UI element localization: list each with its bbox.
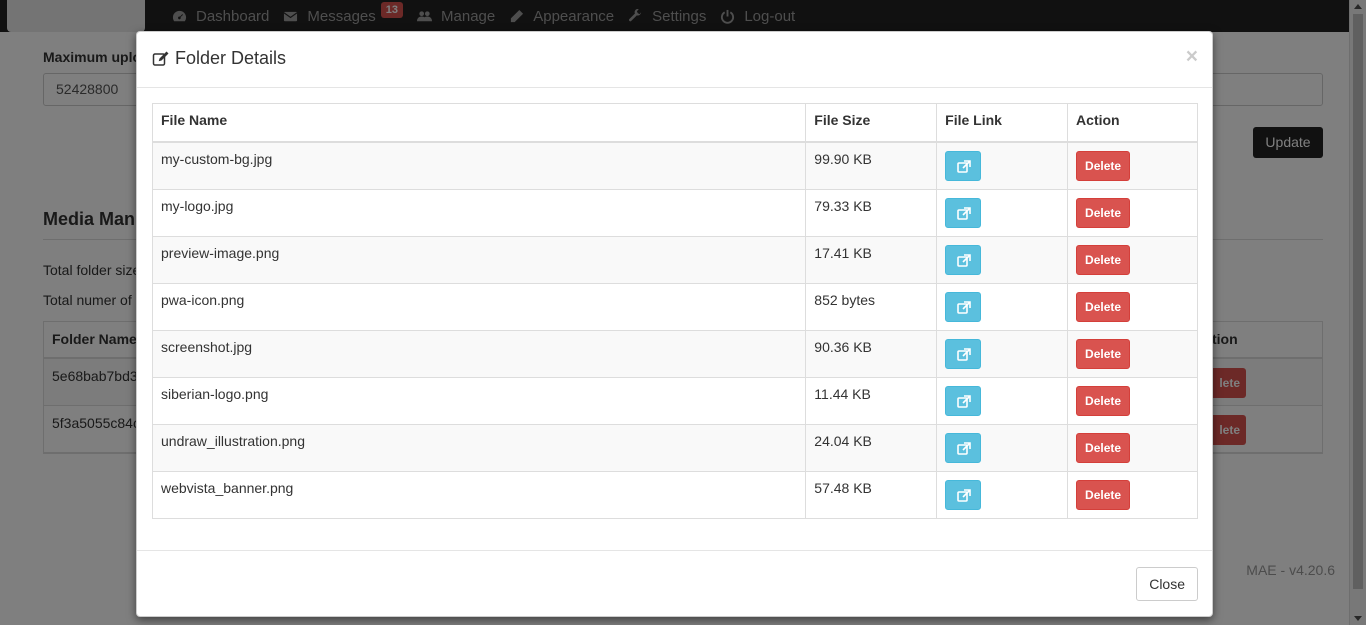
delete-file-button[interactable]: Delete [1076, 479, 1131, 510]
file-link-cell [936, 188, 1069, 237]
file-size: 99.90 KB [805, 141, 938, 190]
open-file-link-button[interactable] [945, 197, 982, 228]
file-size: 17.41 KB [805, 235, 938, 284]
close-icon[interactable]: × [1186, 46, 1198, 67]
external-link-icon [957, 159, 971, 173]
table-row: my-logo.jpg 79.33 KB Delete [151, 188, 1198, 237]
file-name-header: File Name [151, 103, 807, 143]
open-file-link-button[interactable] [945, 244, 982, 275]
close-button[interactable]: Close [1136, 567, 1198, 601]
file-size-header: File Size [805, 103, 938, 143]
file-link-cell [936, 141, 1069, 190]
file-size: 79.33 KB [805, 188, 938, 237]
file-size: 90.36 KB [805, 329, 938, 378]
open-file-link-button[interactable] [945, 385, 982, 416]
action-cell: Delete [1067, 188, 1198, 237]
file-name: undraw_illustration.png [151, 423, 807, 472]
external-link-icon [957, 206, 971, 220]
edit-icon [152, 51, 169, 66]
file-name: my-logo.jpg [151, 188, 807, 237]
action-cell: Delete [1067, 423, 1198, 472]
delete-file-button[interactable]: Delete [1076, 197, 1131, 228]
file-link-cell [936, 376, 1069, 425]
external-link-icon [957, 347, 971, 361]
file-name: pwa-icon.png [151, 282, 807, 331]
action-header: Action [1067, 103, 1198, 143]
table-row: siberian-logo.png 11.44 KB Delete [151, 376, 1198, 425]
delete-file-button[interactable]: Delete [1076, 150, 1131, 181]
action-cell: Delete [1067, 470, 1198, 519]
file-name: screenshot.jpg [151, 329, 807, 378]
open-file-link-button[interactable] [945, 150, 982, 181]
table-header-row: File Name File Size File Link Action [151, 103, 1198, 143]
delete-file-button[interactable]: Delete [1076, 291, 1131, 322]
action-cell: Delete [1067, 141, 1198, 190]
open-file-link-button[interactable] [945, 432, 982, 463]
file-link-cell [936, 329, 1069, 378]
external-link-icon [957, 488, 971, 502]
file-name: preview-image.png [151, 235, 807, 284]
file-size: 24.04 KB [805, 423, 938, 472]
file-link-cell [936, 423, 1069, 472]
table-row: screenshot.jpg 90.36 KB Delete [151, 329, 1198, 378]
external-link-icon [957, 253, 971, 267]
file-name: my-custom-bg.jpg [151, 141, 807, 190]
table-row: preview-image.png 17.41 KB Delete [151, 235, 1198, 284]
delete-file-button[interactable]: Delete [1076, 244, 1131, 275]
table-row: webvista_banner.png 57.48 KB Delete [151, 470, 1198, 519]
external-link-icon [957, 300, 971, 314]
folder-details-modal: Folder Details × File Name File Size Fil… [136, 31, 1213, 617]
file-link-cell [936, 235, 1069, 284]
open-file-link-button[interactable] [945, 291, 982, 322]
modal-title-text: Folder Details [175, 48, 287, 68]
file-name: siberian-logo.png [151, 376, 807, 425]
modal-title: Folder Details [152, 48, 286, 69]
delete-file-button[interactable]: Delete [1076, 432, 1131, 463]
modal-footer: Close [137, 550, 1212, 616]
open-file-link-button[interactable] [945, 479, 982, 510]
action-cell: Delete [1067, 376, 1198, 425]
file-size: 852 bytes [805, 282, 938, 331]
delete-file-button[interactable]: Delete [1076, 385, 1131, 416]
file-size: 11.44 KB [805, 376, 938, 425]
file-link-cell [936, 282, 1069, 331]
open-file-link-button[interactable] [945, 338, 982, 369]
file-link-cell [936, 470, 1069, 519]
external-link-icon [957, 394, 971, 408]
action-cell: Delete [1067, 235, 1198, 284]
action-cell: Delete [1067, 282, 1198, 331]
delete-file-button[interactable]: Delete [1076, 338, 1131, 369]
file-size: 57.48 KB [805, 470, 938, 519]
file-name: webvista_banner.png [151, 470, 807, 519]
files-table: File Name File Size File Link Action my-… [151, 103, 1198, 519]
table-row: undraw_illustration.png 24.04 KB Delete [151, 423, 1198, 472]
modal-header: Folder Details × [137, 32, 1212, 88]
action-cell: Delete [1067, 329, 1198, 378]
file-link-header: File Link [936, 103, 1069, 143]
table-row: my-custom-bg.jpg 99.90 KB Delete [151, 141, 1198, 190]
external-link-icon [957, 441, 971, 455]
table-row: pwa-icon.png 852 bytes Delete [151, 282, 1198, 331]
